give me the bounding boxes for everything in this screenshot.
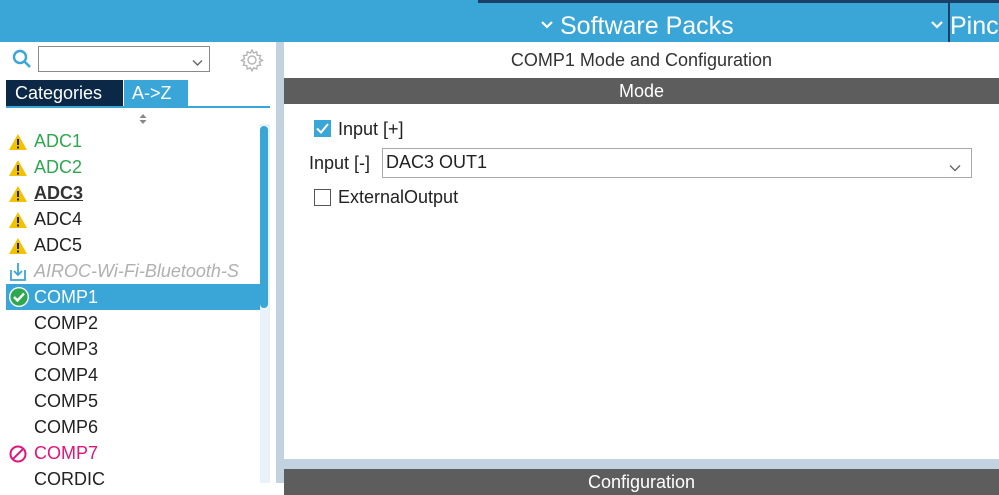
list-item-comp1[interactable]: COMP1 (6, 284, 262, 310)
search-icon[interactable] (12, 49, 32, 69)
tab-categories[interactable]: Categories (6, 80, 123, 106)
page-title: COMP1 Mode and Configuration (510, 50, 773, 70)
input-minus-value: DAC3 OUT1 (386, 152, 488, 172)
list-item-comp4[interactable]: COMP4 (6, 362, 262, 388)
list-item-adc1[interactable]: ADC1 (6, 128, 262, 154)
list-item-label: COMP4 (34, 365, 99, 385)
list-item-label: ADC3 (34, 183, 84, 203)
list-item-label: COMP6 (34, 417, 99, 437)
list-item-comp7[interactable]: COMP7 (6, 440, 262, 466)
list-scrollbar-thumb[interactable] (260, 126, 268, 308)
list-item-label: ADC2 (34, 157, 83, 177)
configuration-section-header[interactable]: Configuration (284, 469, 999, 495)
list-item-label: COMP5 (34, 391, 99, 411)
sort-icon[interactable] (138, 112, 148, 124)
configuration-panel: COMP1 Mode and Configuration Mode Input … (284, 42, 999, 495)
list-item-label: ADC1 (34, 131, 83, 151)
chevron-down-icon (540, 7, 554, 37)
chevron-down-icon (949, 159, 961, 177)
menu-strip (478, 0, 999, 3)
warning-icon (8, 210, 28, 228)
list-item-label: COMP7 (34, 443, 99, 463)
chevron-down-icon[interactable] (192, 54, 203, 72)
list-item-label: ADC5 (34, 235, 83, 255)
input-plus-checkbox[interactable] (314, 120, 331, 137)
list-item-adc4[interactable]: ADC4 (6, 206, 262, 232)
external-output-label: ExternalOutput (338, 187, 459, 207)
component-list: ADC1 ADC2 ADC3 ADC4 ADC5 AIROC-Wi-Fi-Blu… (6, 128, 262, 492)
list-item-cordic[interactable]: CORDIC (6, 466, 262, 492)
list-item-comp6[interactable]: COMP6 (6, 414, 262, 440)
input-plus-label: Input [+] (338, 119, 404, 139)
list-item-adc5[interactable]: ADC5 (6, 232, 262, 258)
list-item-adc3[interactable]: ADC3 (6, 180, 262, 206)
list-item-label: COMP3 (34, 339, 99, 359)
list-item-adc2[interactable]: ADC2 (6, 154, 262, 180)
list-item-label: COMP2 (34, 313, 99, 333)
check-circle-icon (8, 287, 29, 307)
chevron-down-icon (930, 7, 944, 37)
component-panel: Categories A->Z ADC1 ADC2 ADC3 ADC4 ADC5… (0, 42, 276, 489)
download-icon (8, 262, 28, 281)
software-packs-label: Software Packs (560, 12, 734, 40)
warning-icon (8, 132, 28, 150)
checkmark-icon (316, 123, 329, 134)
external-output-checkbox[interactable] (314, 189, 331, 206)
disabled-icon (8, 444, 28, 463)
list-item-comp2[interactable]: COMP2 (6, 310, 262, 336)
input-minus-select[interactable]: DAC3 OUT1 (382, 148, 972, 178)
warning-icon (8, 184, 28, 202)
warning-icon (8, 158, 28, 176)
panel-splitter[interactable] (276, 42, 284, 483)
tab-underline (6, 106, 270, 108)
list-item-label: COMP1 (34, 287, 99, 307)
section-splitter[interactable] (284, 459, 999, 469)
list-item-label: CORDIC (34, 469, 105, 489)
warning-icon (8, 236, 28, 254)
list-item-label: AIROC-Wi-Fi-Bluetooth-S (34, 261, 239, 281)
tab-a-z[interactable]: A->Z (124, 80, 188, 106)
search-input[interactable] (38, 46, 210, 72)
pinout-label: Pinc (950, 12, 999, 40)
list-item-label: ADC4 (34, 209, 83, 229)
gear-icon[interactable] (240, 48, 264, 73)
top-menu-bar: Software Packs Pinc (0, 0, 999, 42)
list-item-comp3[interactable]: COMP3 (6, 336, 262, 362)
list-item-airoc[interactable]: AIROC-Wi-Fi-Bluetooth-S (6, 258, 262, 284)
pinout-menu[interactable]: Pinc (930, 7, 999, 41)
software-packs-menu[interactable]: Software Packs (540, 7, 734, 41)
list-item-comp5[interactable]: COMP5 (6, 388, 262, 414)
mode-section-header[interactable]: Mode (284, 78, 999, 104)
input-minus-label: Input [-] (309, 153, 371, 173)
